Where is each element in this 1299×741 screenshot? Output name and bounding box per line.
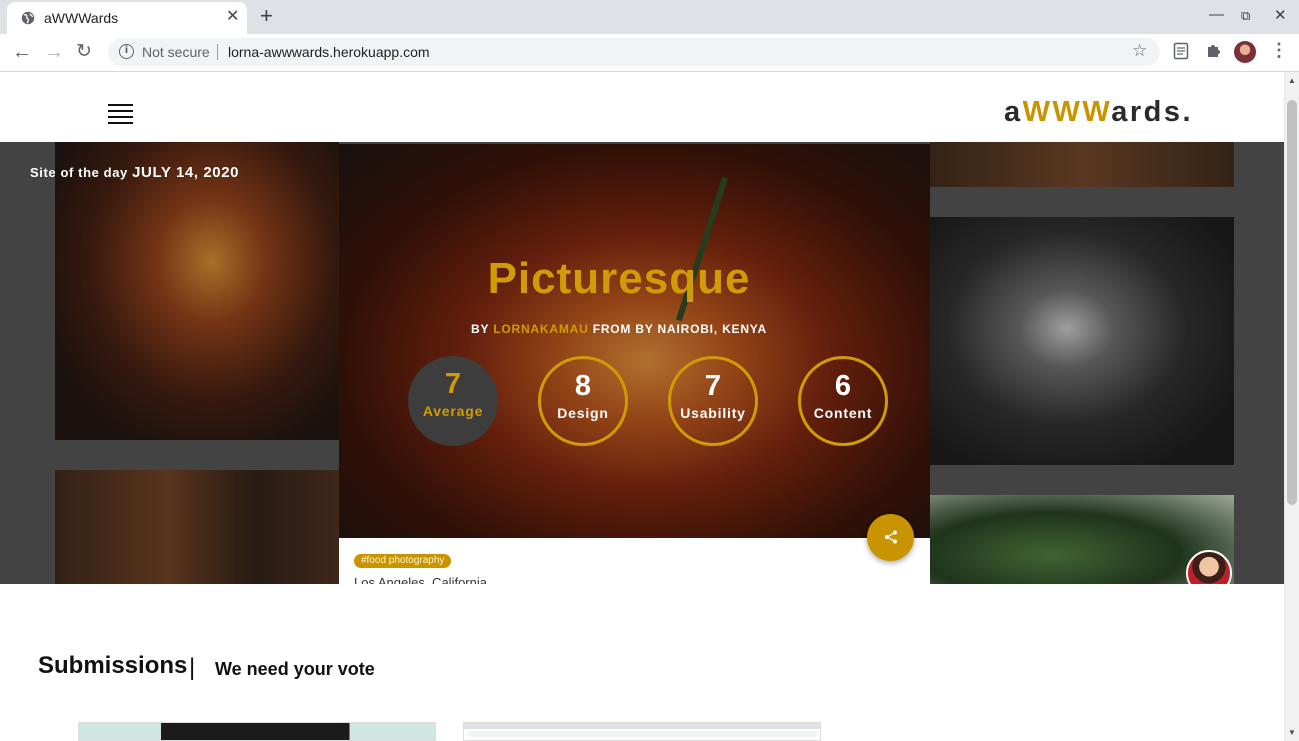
score-usability: 7 Usability (668, 356, 758, 446)
submissions-heading: Submissions (38, 652, 188, 679)
globe-icon (21, 11, 35, 25)
sotd-label: Site of the day (30, 165, 128, 180)
score-value: 8 (574, 370, 592, 402)
info-icon[interactable]: i (119, 44, 134, 59)
score-label: Design (557, 405, 609, 421)
brand-prefix: a (1004, 96, 1023, 128)
score-label: Usability (680, 405, 746, 421)
tab-close-icon[interactable]: ✕ (226, 8, 239, 26)
hamburger-menu-icon[interactable] (108, 104, 133, 124)
reading-list-icon[interactable] (1173, 42, 1189, 60)
score-value: 6 (834, 370, 852, 402)
url-text[interactable]: lorna-awwwards.herokuapp.com (228, 44, 430, 60)
location-text: Los Angeles, California (354, 575, 487, 584)
share-icon (884, 530, 897, 544)
brand-suffix: ards. (1111, 96, 1194, 128)
by-label: BY (471, 322, 490, 336)
scroll-up-icon[interactable]: ▲ (1288, 76, 1296, 85)
arrow-left-icon[interactable]: ← (12, 41, 32, 63)
from-label: FROM BY NAIROBI, KENYA (592, 322, 767, 336)
browser-tab-bar: aWWWards ✕ + — ⧉ ✕ (0, 0, 1299, 34)
byline: BY LORNAKAMAU FROM BY NAIROBI, KENYA (339, 322, 929, 336)
author-link[interactable]: LORNAKAMAU (493, 322, 588, 336)
kebab-menu-icon[interactable]: ⋮ (1270, 40, 1288, 61)
arrow-right-icon[interactable]: → (44, 41, 64, 63)
thumbnail-browser-bar (464, 723, 820, 729)
tab-title: aWWWards (44, 10, 119, 26)
score-value: 7 (704, 370, 722, 402)
scroll-thumb[interactable] (1287, 100, 1297, 505)
omnibox-divider (217, 44, 218, 60)
featured-title: Picturesque (487, 254, 751, 303)
heading-separator: | (189, 654, 196, 681)
security-label[interactable]: Not secure (142, 44, 210, 60)
close-window-icon[interactable]: ✕ (1274, 6, 1287, 24)
category-tag[interactable]: #food photography (354, 554, 452, 568)
browser-tab-active[interactable]: aWWWards ✕ (7, 2, 247, 34)
reload-icon[interactable]: ↻ (76, 41, 92, 63)
star-icon[interactable]: ☆ (1132, 41, 1147, 61)
featured-site-card[interactable]: Picturesque BY LORNAKAMAU FROM BY NAIROB… (339, 144, 930, 584)
restore-icon[interactable]: ⧉ (1241, 8, 1250, 24)
featured-card-footer: #food photography Los Angeles, Californi… (339, 538, 930, 584)
address-bar[interactable]: i Not secure lorna-awwwards.herokuapp.co… (108, 38, 1160, 66)
score-design: 8 Design (538, 356, 628, 446)
submission-thumbnail[interactable] (463, 722, 821, 741)
browser-toolbar: ← → ↻ i Not secure lorna-awwwards.heroku… (0, 34, 1299, 72)
site-of-the-day-label: Site of the day JULY 14, 2020 (30, 164, 239, 181)
brand-highlight: WWW (1022, 96, 1112, 128)
extensions-puzzle-icon[interactable] (1205, 42, 1221, 60)
score-label: Average (422, 403, 484, 419)
score-content: 6 Content (798, 356, 888, 446)
submission-thumbnail[interactable] (78, 722, 436, 741)
scroll-down-icon[interactable]: ▼ (1288, 728, 1296, 737)
page-scrollbar[interactable]: ▲ ▼ (1284, 72, 1299, 741)
share-button[interactable] (867, 514, 914, 561)
thumbnail-address-bar (468, 731, 818, 737)
score-value: 7 (444, 368, 462, 400)
new-tab-button[interactable]: + (260, 5, 273, 27)
profile-avatar[interactable] (1234, 41, 1256, 63)
score-average: 7 Average (408, 356, 498, 446)
brand-logo[interactable]: aWWWards. (1004, 96, 1193, 129)
feature-overlay (339, 144, 930, 538)
hero-section: Site of the day JULY 14, 2020 Picturesqu… (0, 142, 1284, 584)
minimize-icon[interactable]: — (1209, 6, 1224, 23)
vote-subheading: We need your vote (215, 659, 375, 679)
site-navbar: aWWWards. (0, 72, 1284, 142)
sotd-date: JULY 14, 2020 (132, 164, 240, 181)
score-label: Content (813, 405, 873, 421)
page-viewport: aWWWards. Site of the day JULY 14, 2020 … (0, 72, 1284, 741)
